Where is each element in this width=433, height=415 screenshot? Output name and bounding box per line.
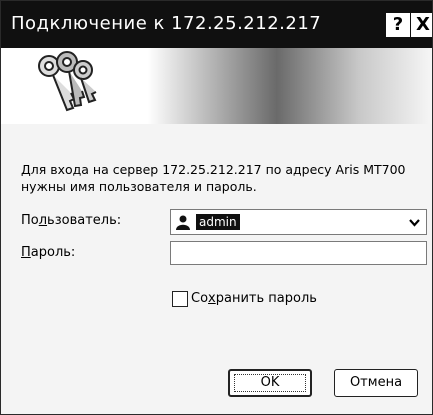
login-dialog: Подключение к 172.25.212.217 ? X Для вхо…: [0, 0, 433, 415]
help-button[interactable]: ?: [386, 13, 410, 37]
cancel-label: Отмена: [349, 375, 403, 390]
keys-icon: [38, 51, 97, 112]
ok-button[interactable]: OK: [228, 369, 312, 397]
user-icon: [176, 215, 190, 230]
chevron-down-icon[interactable]: [409, 218, 420, 227]
remember-password-label[interactable]: Сохранить пароль: [191, 291, 317, 306]
close-button[interactable]: X: [411, 13, 432, 37]
username-value[interactable]: admin: [196, 214, 240, 230]
window-title: Подключение к 172.25.212.217: [11, 13, 322, 34]
password-input[interactable]: [170, 241, 427, 265]
focus-rect: [234, 374, 306, 392]
username-label: Пользователь:: [21, 213, 122, 228]
title-bar[interactable]: Подключение к 172.25.212.217 ? X: [1, 1, 432, 48]
cancel-button[interactable]: Отмена: [334, 369, 418, 397]
remember-password-checkbox[interactable]: [172, 291, 188, 307]
banner: [1, 48, 432, 124]
username-combobox[interactable]: admin: [170, 209, 427, 235]
password-label: Пароль:: [21, 245, 76, 260]
login-message: Для входа на сервер 172.25.212.217 по ад…: [21, 162, 406, 194]
